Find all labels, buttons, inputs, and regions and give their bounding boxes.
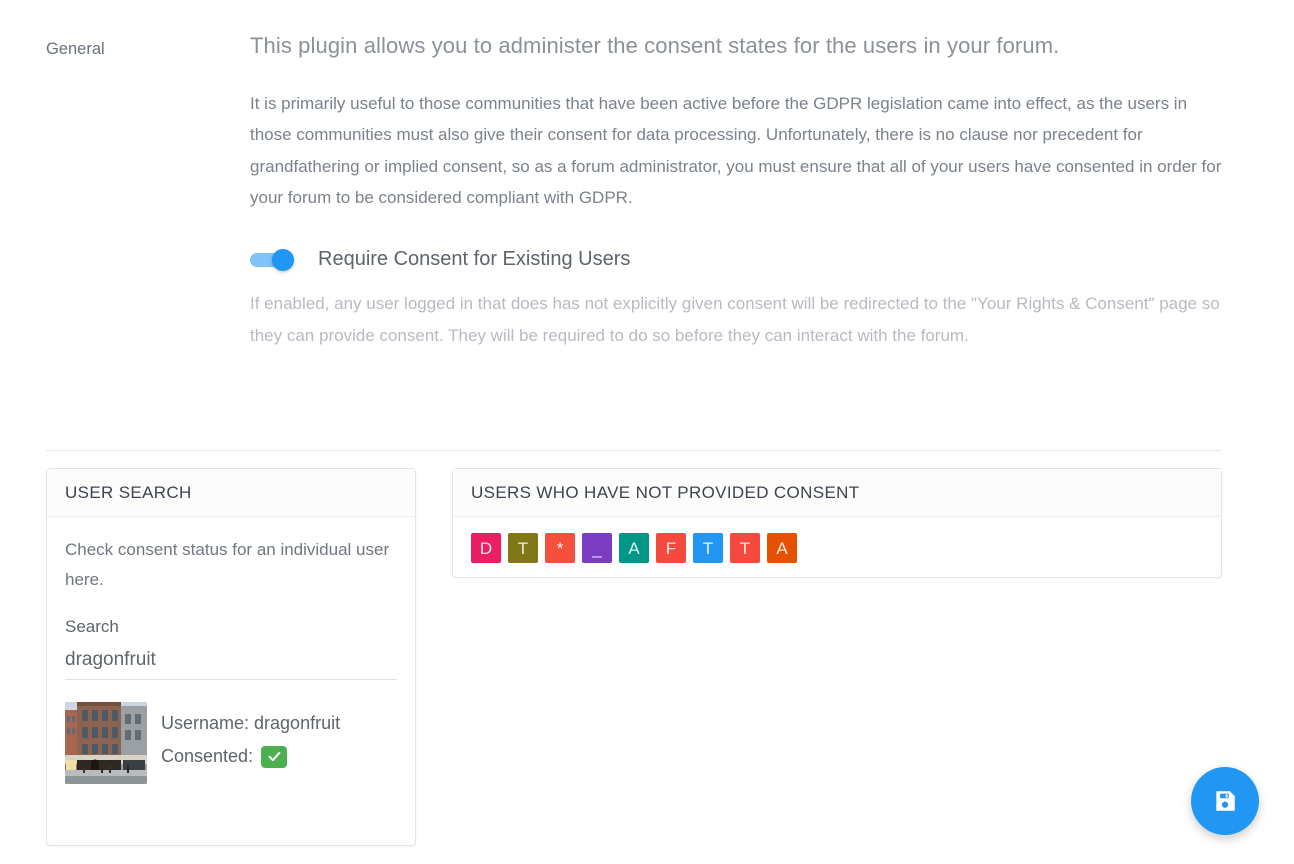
- no-consent-user-list: D T * _ A F T T A: [471, 533, 1203, 563]
- section-divider: [46, 450, 1222, 451]
- settings-section: General This plugin allows you to admini…: [0, 0, 1294, 352]
- no-consent-panel-title: USERS WHO HAVE NOT PROVIDED CONSENT: [471, 483, 860, 502]
- no-consent-panel-body: D T * _ A F T T A: [453, 517, 1221, 581]
- user-tile[interactable]: A: [767, 533, 797, 563]
- check-icon: [268, 751, 281, 762]
- user-search-result-text: Username: dragonfruit Consented:: [161, 702, 340, 773]
- settings-legend: General: [46, 40, 105, 58]
- user-tile[interactable]: T: [693, 533, 723, 563]
- plugin-description-lead: This plugin allows you to administer the…: [250, 33, 1060, 58]
- no-consent-panel-header: USERS WHO HAVE NOT PROVIDED CONSENT: [453, 469, 1221, 517]
- settings-body: This plugin allows you to administer the…: [250, 30, 1224, 352]
- user-search-panel-title: USER SEARCH: [65, 483, 192, 502]
- require-consent-toggle-label: Require Consent for Existing Users: [318, 247, 631, 270]
- user-search-result: Username: dragonfruit Consented:: [65, 702, 397, 784]
- toggle-knob: [272, 248, 294, 271]
- result-consented-label: Consented:: [161, 746, 254, 766]
- avatar: [65, 702, 147, 784]
- user-tile[interactable]: A: [619, 533, 649, 563]
- no-consent-panel: USERS WHO HAVE NOT PROVIDED CONSENT D T * _…: [452, 468, 1222, 578]
- result-consented-row: Consented:: [161, 740, 340, 773]
- user-tile[interactable]: _: [582, 533, 612, 563]
- plugin-description-paragraph: It is primarily useful to those communit…: [250, 93, 1222, 208]
- user-tile[interactable]: F: [656, 533, 686, 563]
- search-input[interactable]: [65, 649, 397, 680]
- require-consent-toggle-row: Require Consent for Existing Users: [250, 242, 1224, 276]
- consented-status-badge: [261, 745, 288, 768]
- user-search-panel-body: Check consent status for an individual u…: [47, 517, 415, 802]
- user-tile[interactable]: T: [508, 533, 538, 563]
- user-tile[interactable]: D: [471, 533, 501, 563]
- user-search-panel-header: USER SEARCH: [47, 469, 415, 517]
- require-consent-toggle[interactable]: [250, 248, 298, 271]
- user-tile[interactable]: *: [545, 533, 575, 563]
- page-root: General This plugin allows you to admini…: [0, 0, 1294, 864]
- result-username: Username: dragonfruit: [161, 713, 341, 733]
- user-search-panel: USER SEARCH Check consent status for an …: [46, 468, 416, 846]
- require-consent-help-text: If enabled, any user logged in that does…: [250, 293, 1220, 345]
- save-floppy-icon: [1216, 791, 1235, 811]
- user-search-description: Check consent status for an individual u…: [65, 540, 390, 589]
- save-button[interactable]: [1191, 767, 1259, 835]
- search-field-label: Search: [65, 617, 119, 636]
- user-tile[interactable]: T: [730, 533, 760, 563]
